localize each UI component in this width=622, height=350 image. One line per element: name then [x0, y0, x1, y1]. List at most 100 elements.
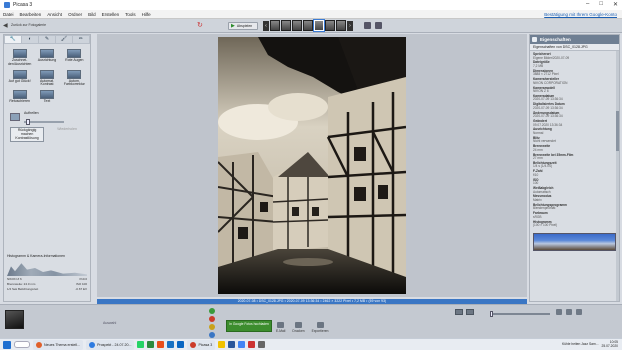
filmstrip-thumb-selected[interactable]: [313, 19, 325, 32]
filmstrip-next-icon[interactable]: ›: [347, 20, 353, 31]
taskbar-app-2[interactable]: Prospekt - 24.07.20...: [86, 339, 135, 350]
property-row: Farbraum sRGB: [533, 212, 616, 219]
taskbar-search-box[interactable]: [14, 341, 30, 348]
property-row: Geändert 09.07.2020 13:36:34: [533, 119, 616, 127]
upload-google-photos-button[interactable]: In Google Fotos hochladen: [226, 320, 272, 332]
zoom-fit-icon[interactable]: [556, 309, 562, 315]
auto-color-tool[interactable]: Autom. Farbkorrektur: [62, 69, 87, 88]
text-tool[interactable]: Text: [34, 90, 59, 104]
folder-icon[interactable]: [218, 341, 226, 348]
tab-tuning[interactable]: ◐: [22, 36, 38, 43]
app-icon[interactable]: [238, 341, 246, 348]
toolbar: ◀ Zurück zur Fotogalerie ↻ ▶ Abspielen ‹…: [0, 19, 622, 33]
taskbar-app-picasa[interactable]: Picasa 3: [187, 339, 216, 350]
menu-create[interactable]: Erstellen: [102, 12, 120, 17]
filmstrip-thumb[interactable]: [270, 20, 280, 31]
print-label: Drucken: [292, 329, 305, 333]
app-icon[interactable]: [248, 341, 256, 348]
crop-tool[interactable]: Zuschnei- den/Ausrichten: [7, 49, 32, 67]
edit-tabs: 🔧 ◐ ✎ 🖌 ✏: [4, 35, 90, 44]
property-row: Brennweite bei 35mm-Film 27 mm: [533, 153, 616, 161]
clock[interactable]: 10:05 25.07.2020: [601, 340, 618, 348]
property-value: 2020-07-09 13:36:34: [533, 105, 563, 110]
firefox-icon: [36, 341, 42, 348]
retouch-tool[interactable]: Retuschieren: [7, 90, 32, 104]
filmstrip-thumb[interactable]: [336, 20, 346, 31]
app-icon[interactable]: [167, 341, 175, 348]
menu-edit[interactable]: Bearbeiten: [20, 12, 42, 17]
app-icon[interactable]: [177, 341, 185, 348]
add-to-album-icon[interactable]: [209, 324, 215, 330]
google-login-link[interactable]: Bestätigung mit Ihrem Google-Konto: [544, 12, 617, 17]
filmstrip-thumb[interactable]: [292, 20, 302, 31]
clear-icon[interactable]: [209, 316, 215, 322]
auto-contrast-tool[interactable]: Automat. Kontrast: [34, 69, 59, 88]
straighten-tool[interactable]: Ausrichtung: [34, 49, 59, 67]
straighten-icon: [39, 49, 54, 58]
menu-file[interactable]: Datei: [3, 12, 14, 17]
window-controls: – □ ✕: [586, 1, 618, 8]
menu-view[interactable]: Ansicht: [47, 12, 62, 17]
scrollbar-thumb[interactable]: [616, 111, 619, 151]
filmstrip-prev-icon[interactable]: ‹: [263, 20, 269, 31]
properties-scrollbar[interactable]: [616, 51, 619, 301]
zoom-icons: [556, 309, 582, 315]
hold-icon[interactable]: [209, 308, 215, 314]
redo-button[interactable]: Wiederholen: [50, 127, 84, 142]
menu-picture[interactable]: Bild: [88, 12, 96, 17]
filmstrip-thumb[interactable]: [281, 20, 291, 31]
taskbar-app-1[interactable]: Neues Thema erstell...: [33, 339, 84, 350]
fullscreen-icon[interactable]: [375, 22, 382, 29]
zoom-slider[interactable]: [490, 311, 550, 317]
rotate-icon[interactable]: ↻: [197, 22, 205, 30]
view-controls: [455, 309, 474, 315]
email-button[interactable]: E-Mail: [276, 322, 285, 333]
fill-light-slider[interactable]: [24, 118, 64, 125]
retouch-label: Retuschieren: [9, 99, 30, 104]
whatsapp-icon[interactable]: [137, 341, 145, 348]
tab-basic-fixes[interactable]: 🔧: [5, 36, 21, 43]
contrast-icon: [39, 69, 54, 79]
filmstrip-thumb[interactable]: [303, 20, 313, 31]
tab-effects[interactable]: ✎: [39, 36, 55, 43]
close-button[interactable]: ✕: [613, 1, 618, 8]
pin-icon[interactable]: [532, 37, 537, 42]
undo-button[interactable]: Rückgängig machen Kontrastlösung: [10, 126, 45, 143]
main-photo[interactable]: [218, 37, 406, 294]
export-button[interactable]: Exportieren: [312, 322, 329, 333]
app-icon[interactable]: [157, 341, 165, 348]
tab-extra-effects[interactable]: ✏: [73, 36, 89, 43]
tab-more-effects[interactable]: 🖌: [56, 36, 72, 43]
menu-help[interactable]: Hilfe: [142, 12, 151, 17]
feeling-lucky-tool[interactable]: Auf gut Glück!: [7, 69, 32, 88]
compare-icon[interactable]: [364, 22, 371, 29]
minimize-button[interactable]: –: [586, 1, 589, 8]
compare-view-icon[interactable]: [466, 309, 474, 315]
back-arrow-icon[interactable]: ◀: [3, 22, 9, 30]
app-icon[interactable]: [258, 341, 266, 348]
redeye-tool[interactable]: Rote Augen: [62, 49, 87, 67]
single-view-icon[interactable]: [455, 309, 463, 315]
print-button[interactable]: Drucken: [292, 322, 305, 333]
properties-subtitle: Eigenschaften von DSC_0128.JPG: [530, 44, 619, 51]
word-icon[interactable]: [228, 341, 236, 348]
zoom-knob[interactable]: [490, 311, 493, 317]
property-row: Kameramodell NIKON Z 6: [533, 86, 616, 94]
slideshow-play-button[interactable]: ▶ Abspielen: [228, 22, 258, 30]
contrast-label: Automat. Kontrast: [39, 78, 54, 87]
lucky-label: Auf gut Glück!: [8, 78, 31, 83]
media-now-playing[interactable]: Kühle heiten Jazz Sam...: [562, 342, 598, 346]
menu-tools[interactable]: Tools: [125, 12, 136, 17]
filmstrip-thumb[interactable]: [325, 20, 335, 31]
faces-icon[interactable]: [576, 309, 582, 315]
windows-start-icon[interactable]: [3, 340, 11, 349]
excel-icon[interactable]: [147, 341, 155, 348]
menu-folder[interactable]: Ordner: [68, 12, 82, 17]
fill-light-knob[interactable]: [25, 118, 30, 125]
lucky-icon: [12, 69, 27, 79]
info-icon[interactable]: [566, 309, 572, 315]
tray-thumbnail[interactable]: [5, 310, 24, 329]
crop-icon: [12, 49, 27, 58]
maximize-button[interactable]: □: [599, 1, 603, 8]
back-to-library-button[interactable]: Zurück zur Fotogalerie: [11, 23, 47, 28]
